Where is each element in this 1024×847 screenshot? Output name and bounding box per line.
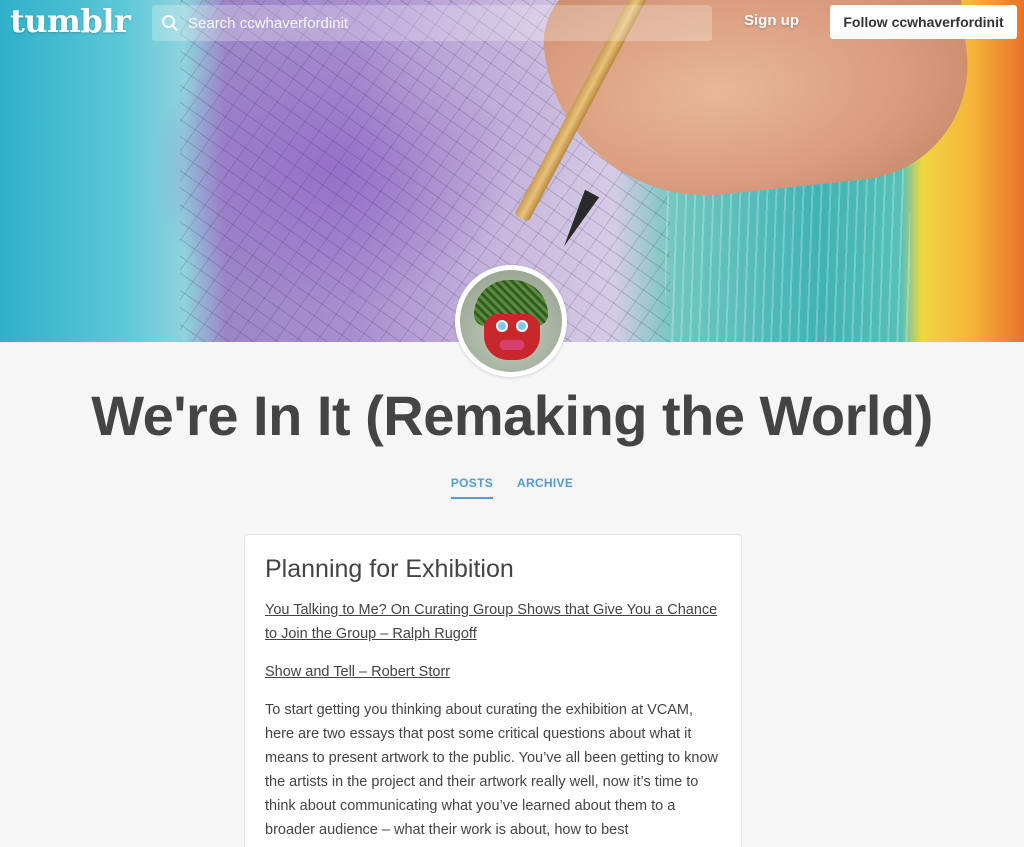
avatar-eye-left	[496, 320, 508, 332]
signup-link[interactable]: Sign up	[744, 12, 799, 29]
post-title: Planning for Exhibition	[265, 555, 514, 583]
blog-avatar[interactable]	[455, 265, 567, 377]
blog-title: We're In It (Remaking the World)	[91, 384, 933, 447]
blog-tabs: POSTS ARCHIVE	[0, 476, 1024, 499]
search-bar[interactable]	[152, 5, 712, 41]
avatar-eye-right	[516, 320, 528, 332]
search-input[interactable]	[188, 14, 688, 32]
post-link-rugoff[interactable]: You Talking to Me? On Curating Group Sho…	[265, 602, 717, 642]
post-link-paragraph: You Talking to Me? On Curating Group Sho…	[265, 598, 721, 646]
avatar-head	[484, 314, 540, 360]
post-link-paragraph: Show and Tell – Robert Storr	[265, 660, 721, 684]
tumblr-logo[interactable]: tumblr	[10, 2, 131, 40]
post-card: Planning for Exhibition You Talking to M…	[244, 534, 742, 847]
tab-archive[interactable]: ARCHIVE	[517, 476, 573, 499]
tab-posts[interactable]: POSTS	[450, 476, 494, 499]
avatar-mouth	[500, 340, 524, 350]
post-link-storr[interactable]: Show and Tell – Robert Storr	[265, 664, 450, 680]
search-icon[interactable]	[152, 5, 188, 41]
post-body: To start getting you thinking about cura…	[265, 702, 719, 838]
follow-button[interactable]: Follow ccwhaverfordinit	[830, 5, 1017, 39]
avatar-image	[460, 270, 562, 372]
